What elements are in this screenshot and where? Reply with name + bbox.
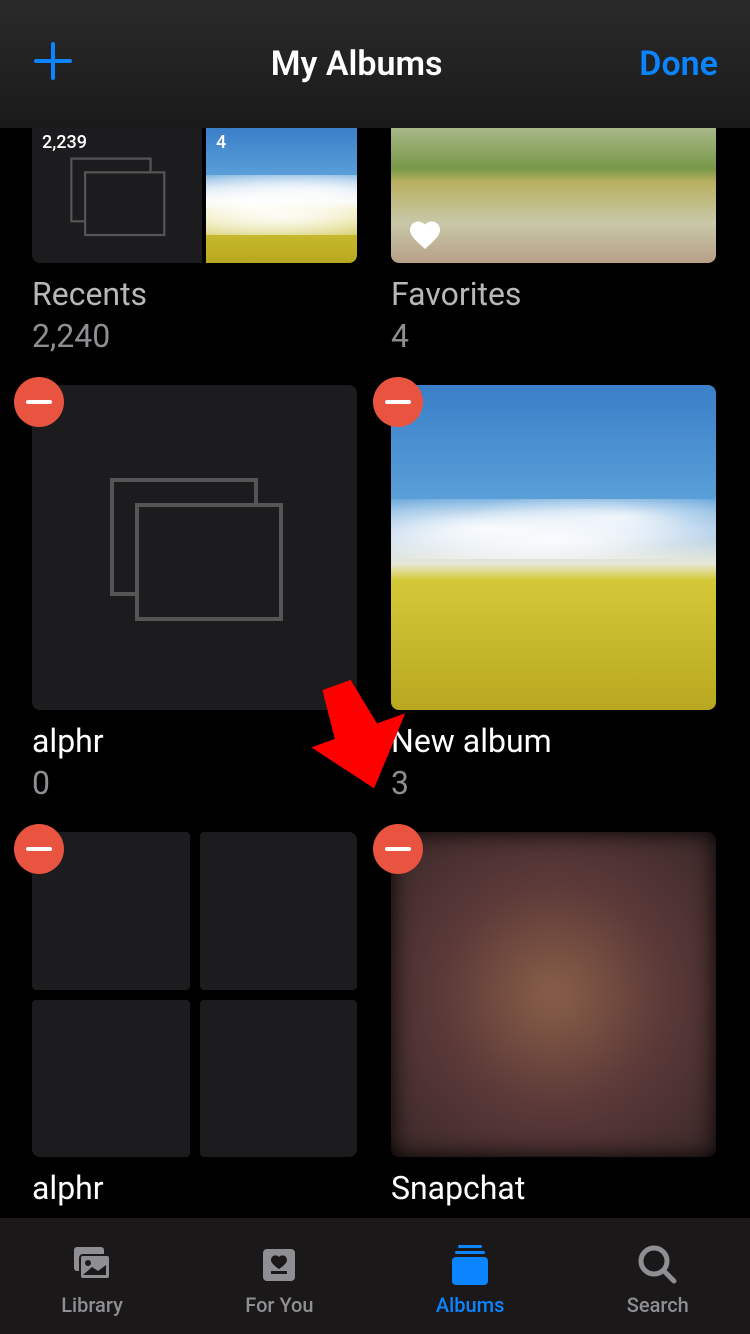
delete-album-button[interactable] — [14, 377, 64, 427]
stack-icon — [70, 157, 164, 234]
stack-icon — [110, 478, 280, 618]
grid-cell — [32, 1000, 190, 1158]
delete-album-button[interactable] — [373, 824, 423, 874]
album-count: 2,240 — [32, 317, 359, 355]
heart-icon — [405, 217, 445, 253]
tab-for-you[interactable]: For You — [245, 1243, 313, 1317]
page-title: My Albums — [271, 44, 443, 84]
album-count: 677 — [391, 1211, 718, 1218]
done-button[interactable]: Done — [639, 44, 718, 84]
delete-album-button[interactable] — [373, 377, 423, 427]
add-album-button[interactable] — [32, 34, 74, 95]
recents-badge-count-2: 4 — [216, 132, 226, 153]
album-recents[interactable]: 2,239 4 Recents 2,240 — [32, 128, 359, 355]
tab-bar: Library For You Albums — [0, 1218, 750, 1334]
plus-icon — [32, 40, 74, 82]
album-alphr-2[interactable]: alphr — [32, 832, 359, 1218]
album-count: 4 — [391, 317, 718, 355]
for-you-icon — [254, 1243, 304, 1287]
library-icon — [67, 1243, 117, 1287]
tab-label: Albums — [436, 1293, 504, 1317]
album-label: Snapchat — [391, 1169, 718, 1207]
grid-cell — [200, 832, 358, 990]
tab-label: Search — [627, 1293, 689, 1317]
grid-cell — [200, 1000, 358, 1158]
navigation-bar: My Albums Done — [0, 0, 750, 128]
album-label: Recents — [32, 275, 359, 313]
tab-library[interactable]: Library — [61, 1243, 123, 1317]
tab-label: Library — [61, 1293, 123, 1317]
tab-search[interactable]: Search — [627, 1243, 689, 1317]
recents-badge-count: 2,239 — [42, 132, 87, 153]
album-count: 3 — [391, 764, 718, 802]
albums-icon — [445, 1243, 495, 1287]
album-snapchat[interactable]: Snapchat 677 — [391, 832, 718, 1218]
album-label: Favorites — [391, 275, 718, 313]
tab-label: For You — [245, 1293, 313, 1317]
annotation-arrow — [310, 680, 410, 790]
delete-album-button[interactable] — [14, 824, 64, 874]
search-icon — [633, 1243, 683, 1287]
album-label: alphr — [32, 1169, 359, 1207]
album-new-album[interactable]: New album 3 — [391, 385, 718, 802]
albums-content: 2,239 4 Recents 2,240 Favorites 4 — [0, 128, 750, 1218]
album-label: New album — [391, 722, 718, 760]
album-favorites[interactable]: Favorites 4 — [391, 128, 718, 355]
tab-albums[interactable]: Albums — [436, 1243, 504, 1317]
